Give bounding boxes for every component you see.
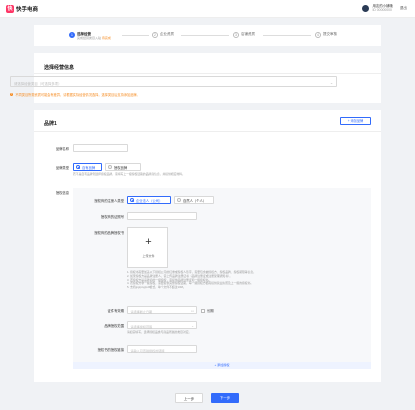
subject-type-individual[interactable]: 自然人（个人） — [174, 196, 214, 204]
step-text: 选择经营 完成经营类目入驻 待完成 — [77, 32, 111, 40]
step-number: 4 — [315, 32, 321, 38]
add-brand-button[interactable]: + 添加品牌 — [340, 117, 371, 125]
subject-type-company[interactable]: 企业法人（公司） — [127, 196, 171, 204]
license-id-input[interactable] — [127, 212, 197, 220]
logo-text: 快手电商 — [16, 7, 39, 13]
upload-text: 上传文件 — [142, 254, 155, 258]
step-number: 2 — [152, 32, 158, 38]
category-select-placeholder: 请选择经营类目（可选择多项） — [14, 81, 62, 86]
valid-period-label: 证件有效期 — [107, 309, 124, 313]
step-text: 提交审核 — [323, 32, 337, 36]
rule-line: 5. 支持jpg/png/pdf格式，单个文件不超过10M。 — [127, 285, 186, 290]
category-select[interactable]: 请选择经营类目（可选择多项） ⌄ — [10, 76, 337, 87]
radio-unchecked-icon — [108, 165, 112, 169]
user-id: ID 00000000 — [372, 8, 392, 12]
auth-doc-upload[interactable]: + 上传文件 — [127, 227, 168, 268]
link-placeholder: 请输入可查验授权的链接 — [130, 349, 165, 354]
warning-icon: ! — [10, 92, 14, 97]
chevron-down-icon: ⌄ — [191, 323, 194, 328]
auth-link-label: 授权书的授权链接 — [97, 348, 124, 352]
step-title: 提交审核 — [323, 32, 337, 36]
radio-label: 企业法人（公司） — [136, 198, 163, 203]
auth-info-label: 授权信息 — [55, 191, 69, 195]
next-step-button[interactable]: 下一步 — [211, 393, 239, 403]
brand-type-own[interactable]: 自有品牌 — [73, 163, 102, 171]
step-desc-link[interactable]: 待完成 — [102, 36, 111, 40]
step-3: 3 店铺资质 — [233, 32, 255, 38]
steps-bar: 1 选择经营 完成经营类目入驻 待完成 2 企业资质 3 店铺资质 4 提交审核 — [34, 25, 381, 46]
auth-scope-label: 品牌授权范围 — [104, 324, 124, 328]
kuaishou-logo-icon: 快 — [6, 5, 14, 13]
user-info: 用友的小铺哦 ID 00000000 — [372, 4, 392, 12]
step-title: 店铺资质 — [241, 32, 255, 36]
category-section-title: 选择经营信息 — [44, 65, 75, 71]
license-id-label: 授权商的证照号 — [100, 215, 124, 219]
date-placeholder: 请选择截止日期 — [130, 310, 153, 315]
brand-type-authorized[interactable]: 授权品牌 — [105, 163, 141, 171]
logo[interactable]: 快 快手电商 — [6, 5, 38, 13]
radio-label: 授权品牌 — [114, 165, 128, 170]
step-title: 企业资质 — [160, 32, 174, 36]
valid-date-picker[interactable]: 请选择截止日期 ▭ — [127, 306, 197, 314]
step-number: 3 — [233, 32, 239, 38]
category-notice: ! 不同类目所需资质可能会有差异，请根据实际经营情况选择，选择类目后支持添加品牌… — [10, 92, 140, 97]
step-desc-text: 完成经营类目入驻 — [77, 36, 102, 40]
top-bar: 快 快手电商 用友的小铺哦 ID 00000000 退出 — [0, 0, 415, 18]
scope-placeholder: 请选择授权范围 — [130, 325, 153, 330]
auth-doc-label: 授权商的品牌授权书 — [94, 231, 124, 235]
long-term-label: 长期 — [207, 309, 214, 313]
auth-scope-hint: 请如实填写，选择授权品类与商品所属的类目对应。 — [127, 330, 192, 334]
radio-unchecked-icon — [177, 198, 181, 202]
step-text: 企业资质 — [160, 32, 174, 36]
radio-label: 自有品牌 — [82, 165, 96, 170]
step-text: 店铺资质 — [241, 32, 255, 36]
step-connector — [122, 35, 149, 36]
calendar-icon: ▭ — [190, 308, 194, 313]
step-1: 1 选择经营 完成经营类目入驻 待完成 — [69, 32, 111, 40]
step-connector — [263, 35, 311, 36]
chevron-down-icon: ⌄ — [329, 80, 333, 85]
brand-type-label: 品牌类型 — [55, 166, 69, 170]
step-4: 4 提交审核 — [315, 32, 337, 38]
divider — [34, 73, 381, 74]
add-authorization-button[interactable]: + 添加授权 — [73, 362, 371, 369]
radio-checked-icon — [76, 165, 80, 169]
radio-label: 自然人（个人） — [183, 198, 207, 203]
category-notice-text: 不同类目所需资质可能会有差异，请根据实际经营情况选择，选择类目后支持添加品牌。 — [15, 93, 140, 97]
step-2: 2 企业资质 — [152, 32, 174, 38]
step-desc: 完成经营类目入驻 待完成 — [77, 36, 111, 40]
auth-link-input[interactable]: 请输入可查验授权的链接 — [127, 345, 197, 353]
prev-step-button[interactable]: 上一步 — [175, 393, 203, 403]
brand-title: 品牌1 — [44, 121, 57, 127]
plus-icon: + — [145, 236, 152, 248]
divider — [34, 131, 381, 132]
brand-name-input[interactable] — [73, 144, 128, 152]
radio-checked-icon — [130, 198, 134, 202]
subject-type-label: 授权商的注册人类型 — [94, 199, 124, 203]
auth-doc-rules: 1. 授权书需要加盖以下授权公司的红章或授权人签字，需要包含被授权方、授权品牌、… — [127, 270, 312, 290]
user-menu[interactable]: 用友的小铺哦 ID 00000000 退出 — [362, 4, 407, 12]
checkbox-icon — [201, 308, 205, 313]
logout-link[interactable]: 退出 — [400, 6, 407, 11]
brand-name-label: 品牌名称 — [55, 147, 69, 151]
long-term-checkbox[interactable]: 长期 — [201, 308, 214, 313]
step-number: 1 — [69, 32, 75, 38]
brand-type-hint: 若不是自有品牌则选择授权品牌，需填写上一级授权链路的品牌商信息，并提供相应材料。 — [73, 172, 185, 176]
auth-scope-select[interactable]: 请选择授权范围 ⌄ — [127, 321, 197, 329]
step-connector — [181, 35, 229, 36]
avatar[interactable] — [362, 4, 370, 12]
